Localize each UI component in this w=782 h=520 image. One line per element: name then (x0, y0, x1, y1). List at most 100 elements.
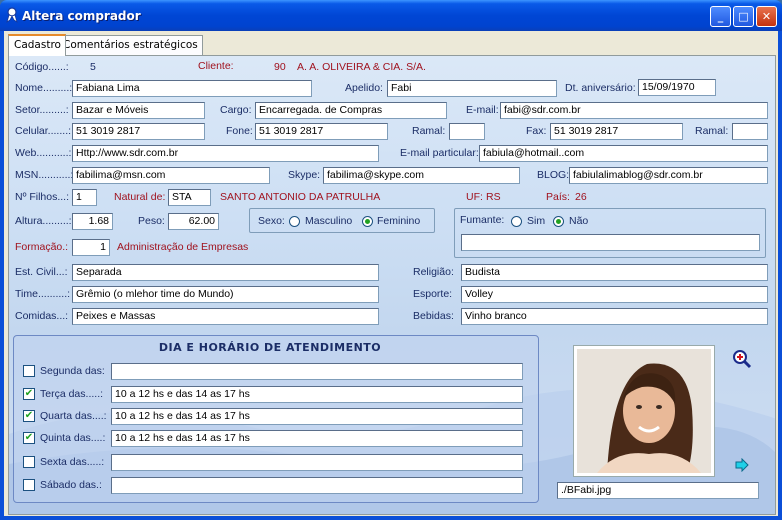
photo-frame[interactable] (573, 345, 715, 477)
natural-field[interactable]: STA (168, 189, 211, 206)
aniversario-label: Dt. aniversário: (565, 82, 636, 94)
zoom-in-icon[interactable] (732, 349, 752, 369)
terca-label: Terça das.....: (40, 388, 104, 400)
maximize-button[interactable]: □ (733, 6, 754, 27)
peso-field[interactable]: 62.00 (168, 213, 219, 230)
sexo-masculino-radio[interactable] (289, 216, 300, 227)
time-label: Time..........: (15, 288, 71, 300)
fax-label: Fax: (526, 125, 547, 137)
profile-photo (577, 349, 711, 473)
bebidas-field[interactable]: Vinho branco (461, 308, 768, 325)
sexo-masculino-label: Masculino (305, 215, 353, 227)
natural-label: Natural de: (114, 191, 166, 203)
civil-label: Est. Civil...: (15, 266, 68, 278)
uf-label: UF: (466, 191, 483, 203)
fumante-sim-radio[interactable] (511, 216, 522, 227)
msn-label: MSN...........: (15, 169, 74, 181)
fumante-nao-label: Não (569, 215, 589, 227)
skype-label: Skype: (288, 169, 321, 181)
apelido-label: Apelido: (345, 82, 383, 94)
minimize-button[interactable]: _ (710, 6, 731, 27)
esporte-label: Esporte: (413, 288, 453, 300)
skype-field[interactable]: fabilima@skype.com (323, 167, 520, 184)
blog-label: BLOG: (537, 169, 570, 181)
maximize-icon: □ (738, 10, 749, 23)
ramal2-field[interactable] (732, 123, 768, 140)
altura-label: Altura.........: (15, 215, 72, 227)
tab-label: Cadastro (14, 39, 61, 51)
quarta-hours-field[interactable]: 10 a 12 hs e das 14 as 17 hs (111, 408, 523, 425)
ramal-field[interactable] (449, 123, 485, 140)
cliente-code: 90 (274, 61, 286, 73)
comidas-label: Comidas...: (15, 310, 69, 322)
sabado-checkbox[interactable] (23, 479, 35, 491)
photo-path-field[interactable]: ./BFabi.jpg (557, 482, 759, 499)
segunda-checkbox[interactable] (23, 365, 35, 377)
esporte-field[interactable]: Volley (461, 286, 768, 303)
codigo-label: Código......: (15, 61, 69, 73)
web-label: Web...........: (15, 147, 72, 159)
celular-label: Celular.......: (15, 125, 72, 137)
email-field[interactable]: fabi@sdr.com.br (500, 102, 768, 119)
civil-field[interactable]: Separada (72, 264, 379, 281)
celular-field[interactable]: 51 3019 2817 (72, 123, 205, 140)
filhos-label: Nº Filhos...: (15, 191, 70, 203)
cargo-field[interactable]: Encarregada. de Compras (255, 102, 447, 119)
time-field[interactable]: Grêmio (o mlehor time do Mundo) (72, 286, 379, 303)
peso-label: Peso: (138, 215, 165, 227)
quinta-hours-field[interactable]: 10 a 12 hs e das 14 as 17 hs (111, 430, 523, 447)
sexta-hours-field[interactable] (111, 454, 523, 471)
formacao-label: Formação.: (15, 241, 69, 253)
comidas-field[interactable]: Peixes e Massas (72, 308, 379, 325)
segunda-hours-field[interactable] (111, 363, 523, 380)
religiao-field[interactable]: Budista (461, 264, 768, 281)
codigo-value: 5 (90, 61, 96, 73)
quinta-checkbox[interactable]: ✔ (23, 432, 35, 444)
bebidas-label: Bebidas: (413, 310, 454, 322)
arrow-right-icon[interactable] (735, 458, 749, 472)
uf-value: RS (486, 191, 501, 203)
window-title: Altera comprador (22, 9, 141, 23)
sexta-label: Sexta das.....: (40, 456, 105, 468)
ribbon-icon (6, 7, 18, 23)
segunda-label: Segunda das: (40, 365, 105, 377)
title-bar[interactable]: Altera comprador _ □ ✕ (0, 0, 782, 31)
email-label: E-mail: (466, 104, 499, 116)
terca-hours-field[interactable]: 10 a 12 hs e das 14 as 17 hs (111, 386, 523, 403)
cargo-label: Cargo: (220, 104, 252, 116)
sexo-feminino-label: Feminino (377, 215, 421, 227)
setor-field[interactable]: Bazar e Móveis (72, 102, 205, 119)
blog-field[interactable]: fabiulalimablog@sdr.com.br (569, 167, 768, 184)
formacao-field[interactable]: 1 (72, 239, 110, 256)
apelido-field[interactable]: Fabi (387, 80, 557, 97)
fumante-nao-radio[interactable] (553, 216, 564, 227)
tab-comentarios[interactable]: Comentários estratégicos (57, 35, 203, 55)
sexo-feminino-radio[interactable] (362, 216, 373, 227)
fone-field[interactable]: 51 3019 2817 (255, 123, 388, 140)
filhos-field[interactable]: 1 (72, 189, 97, 206)
terca-checkbox[interactable]: ✔ (23, 388, 35, 400)
natural-city: SANTO ANTONIO DA PATRULHA (220, 191, 381, 203)
ramal-label: Ramal: (412, 125, 446, 137)
email-particular-field[interactable]: fabiula@hotmail..com (479, 145, 768, 162)
close-button[interactable]: ✕ (756, 6, 777, 27)
cliente-name: A. A. OLIVEIRA & CIA. S/A. (297, 61, 426, 73)
fumante-sim-label: Sim (527, 215, 546, 227)
ramal2-label: Ramal: (695, 125, 729, 137)
formacao-text: Administração de Empresas (117, 241, 249, 253)
altura-field[interactable]: 1.68 (72, 213, 113, 230)
sabado-hours-field[interactable] (111, 477, 523, 494)
close-icon: ✕ (761, 10, 772, 23)
tab-cadastro[interactable]: Cadastro (8, 34, 66, 56)
fumante-field[interactable] (461, 234, 760, 251)
setor-label: Setor.........: (15, 104, 69, 116)
nome-field[interactable]: Fabiana Lima (72, 80, 312, 97)
sexo-label: Sexo: (258, 215, 285, 227)
fax-field[interactable]: 51 3019 2817 (550, 123, 683, 140)
web-field[interactable]: Http://www.sdr.com.br (72, 145, 379, 162)
aniversario-field[interactable]: 15/09/1970 (638, 79, 716, 96)
fumante-label: Fumante: (460, 214, 505, 226)
sexta-checkbox[interactable] (23, 456, 35, 468)
msn-field[interactable]: fabilima@msn.com (72, 167, 270, 184)
quarta-checkbox[interactable]: ✔ (23, 410, 35, 422)
